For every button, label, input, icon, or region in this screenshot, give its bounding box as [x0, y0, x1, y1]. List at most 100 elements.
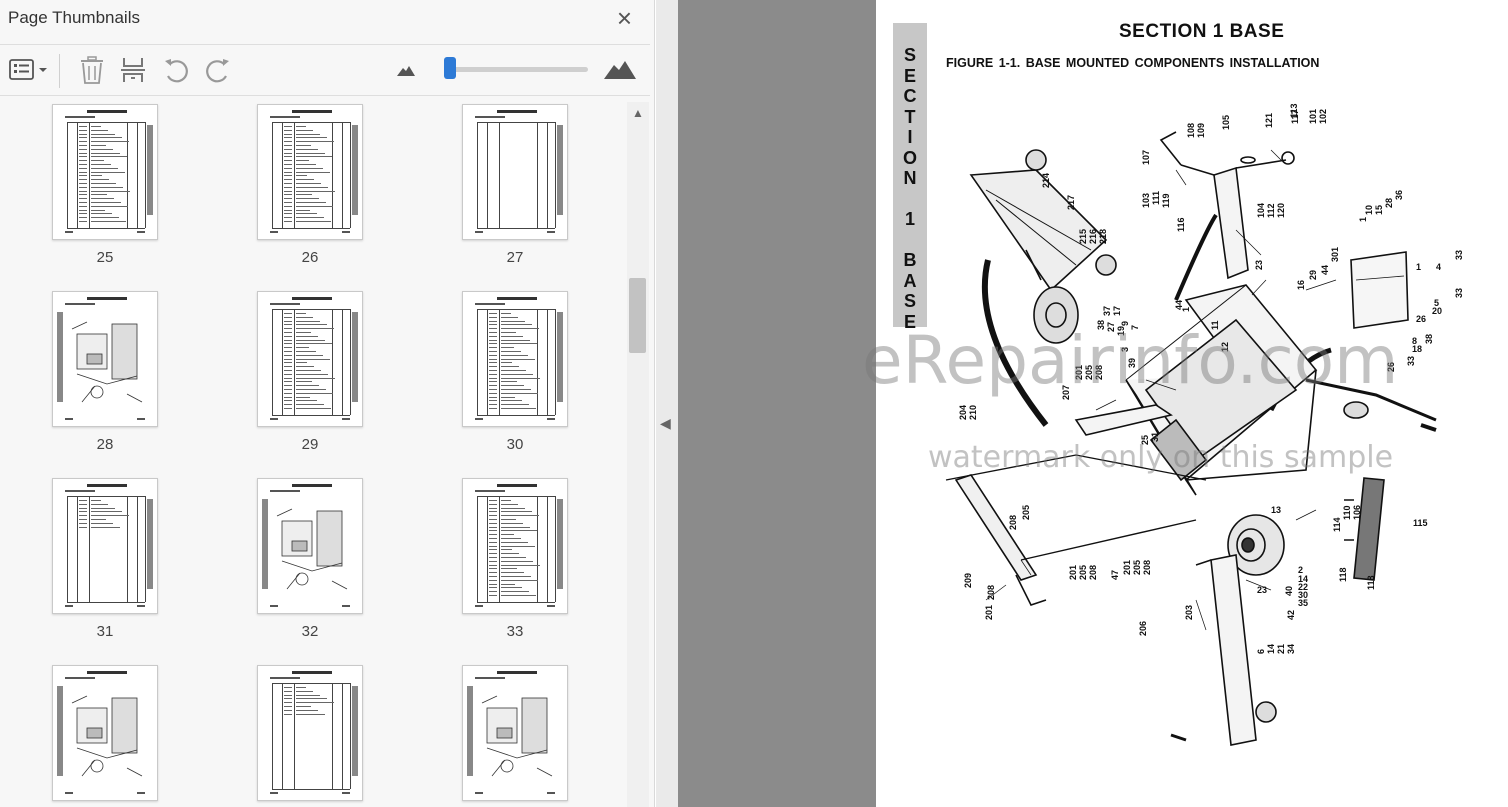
page-number-label: 26 [301, 249, 319, 266]
callout-number: 118 [1338, 567, 1348, 582]
page-thumbnail[interactable] [52, 291, 158, 427]
page-thumbnail[interactable] [462, 665, 568, 801]
page-thumbnail[interactable] [52, 478, 158, 614]
close-icon[interactable]: × [617, 3, 632, 34]
page-number-label: 29 [301, 436, 319, 453]
callout-number: 117 [1290, 109, 1300, 124]
callout-number: 17 [1112, 305, 1122, 316]
thumbnails-scrollbar[interactable]: ▲ [627, 102, 649, 807]
callout-number: 215 [1078, 228, 1088, 244]
watermark-sub: watermark only on this sample [928, 440, 1394, 475]
callout-number: 21 [1276, 643, 1286, 654]
callout-number: 116 [1176, 217, 1186, 232]
callout-number: 217 [1066, 194, 1076, 210]
page-thumbnail[interactable] [257, 665, 363, 801]
callout-number: 101 [1308, 108, 1318, 124]
toolbar-divider [59, 54, 60, 88]
trash-icon [81, 56, 103, 84]
page-thumbnail[interactable] [462, 478, 568, 614]
callout-number: 35 [1298, 598, 1309, 608]
callout-number: 107 [1141, 149, 1151, 165]
delete-pages-button[interactable] [78, 53, 106, 87]
page-number-label: 32 [301, 623, 319, 640]
base-components-diagram [945, 131, 1437, 746]
zoom-in-thumbnails-button[interactable] [602, 53, 638, 87]
page-thumbnail[interactable] [52, 104, 158, 240]
callout-number: 208 [1142, 559, 1152, 575]
thumbnails-toolbar [0, 44, 650, 96]
callout-number: 115 [1413, 518, 1428, 528]
callout-number: 4 [1436, 262, 1442, 272]
callout-number: 29 [1308, 269, 1318, 280]
callout-number: 205 [1021, 504, 1031, 520]
callout-number: 205 [1078, 564, 1088, 580]
collapse-panel-icon[interactable]: ◀ [660, 415, 671, 432]
callout-number: 208 [1008, 514, 1018, 530]
undo-button[interactable] [160, 53, 192, 87]
insert-pages-button[interactable] [118, 53, 148, 87]
panel-title: Page Thumbnails [8, 8, 140, 27]
callout-number: 26 [1416, 314, 1427, 324]
callout-number: 119 [1161, 193, 1171, 208]
callout-number: 218 [1098, 228, 1108, 244]
slider-track[interactable] [445, 67, 588, 72]
scrollbar-thumb[interactable] [629, 278, 646, 353]
callout-number: 205 [1132, 559, 1142, 575]
callout-number: 20 [1432, 306, 1443, 316]
callout-number: 28 [1384, 197, 1394, 208]
page-number-label: 30 [506, 436, 524, 453]
callout-number: 37 [1102, 305, 1112, 316]
callout-number: 16 [1296, 279, 1306, 290]
callout-number: 40 [1284, 585, 1294, 596]
callout-number: 203 [1184, 604, 1194, 620]
callout-number: 1 [1358, 216, 1368, 222]
panel-header: Page Thumbnails × [0, 0, 654, 36]
pdf-viewer: Page Thumbnails × 25 26 27 28 29 30 31 3… [0, 0, 1508, 807]
callout-number: 33 [1454, 249, 1464, 260]
callout-number: 13 [1271, 505, 1282, 515]
callout-number: 36 [1394, 189, 1404, 200]
callout-number: 112 [1266, 203, 1276, 218]
callout-number: 114 [1332, 517, 1342, 532]
slider-handle[interactable] [443, 57, 456, 79]
callout-number: 108 [1186, 122, 1196, 138]
undo-icon [165, 59, 188, 83]
panel-splitter[interactable]: ◀ [656, 0, 678, 807]
page-number-label: 28 [96, 436, 114, 453]
page-thumbnail[interactable] [462, 291, 568, 427]
callout-number: 118 [1366, 575, 1376, 590]
callout-number: 33 [1406, 355, 1416, 366]
callout-number: 301 [1330, 246, 1340, 262]
page-thumbnail[interactable] [52, 665, 158, 801]
scroll-up-icon[interactable]: ▲ [632, 106, 644, 120]
callout-number: 1 [1416, 262, 1422, 272]
watermark-main: eRepairinfo.com [862, 322, 1399, 399]
callout-number: 208 [986, 584, 996, 600]
mountain-small-icon [397, 66, 415, 76]
callout-number: 210 [968, 404, 978, 420]
callout-number: 33 [1454, 287, 1464, 298]
list-options-icon [9, 59, 47, 80]
callout-number: 201 [1068, 564, 1078, 580]
redo-button[interactable] [202, 53, 234, 87]
callout-number: 216 [1088, 228, 1098, 244]
callout-number: 121 [1264, 112, 1274, 128]
callout-number: 201 [1122, 559, 1132, 575]
callout-number: 201 [984, 604, 994, 620]
callout-number: 10 [1364, 204, 1374, 215]
page-thumbnail[interactable] [257, 104, 363, 240]
page-thumbnail[interactable] [257, 478, 363, 614]
callout-number: 15 [1374, 204, 1384, 215]
callout-number: 120 [1276, 202, 1286, 218]
callout-number: 23 [1257, 585, 1268, 595]
page-thumbnail[interactable] [462, 104, 568, 240]
page-thumbnail[interactable] [257, 291, 363, 427]
page-number-label: 31 [96, 623, 114, 640]
callout-number: 47 [1110, 569, 1120, 580]
document-page: SECTION1BASE SECTION 1 BASE FIGURE 1-1. … [862, 0, 1508, 807]
callout-number: 42 [1286, 609, 1296, 620]
callout-number: 111 [1151, 190, 1161, 205]
callout-number: 208 [1088, 564, 1098, 580]
options-button[interactable] [6, 53, 50, 87]
zoom-out-thumbnails-button[interactable] [394, 53, 418, 87]
